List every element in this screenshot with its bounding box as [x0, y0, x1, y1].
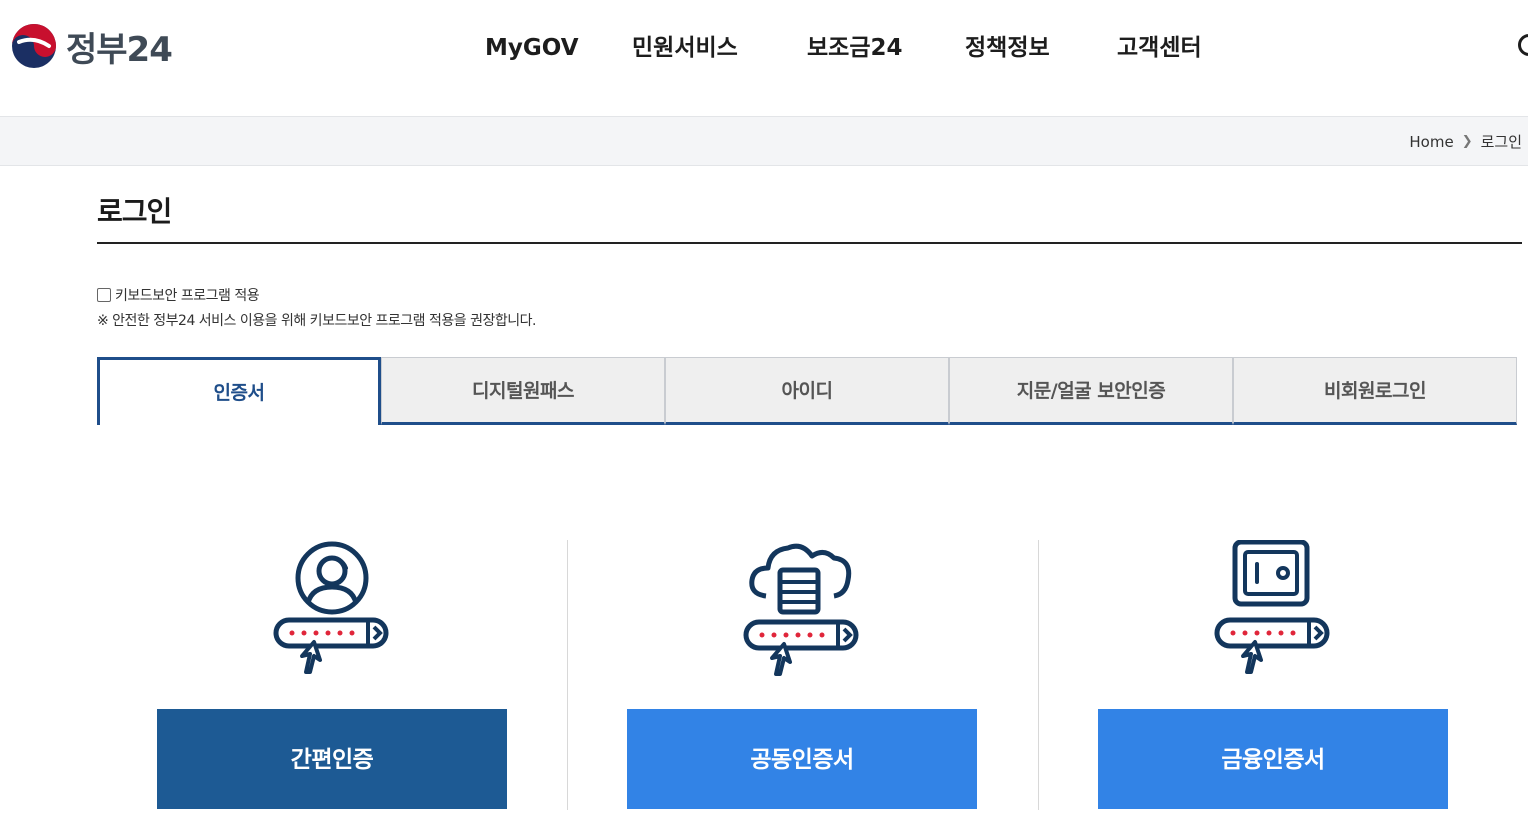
breadcrumb-home[interactable]: Home	[1409, 133, 1453, 151]
breadcrumb-current: 로그인	[1480, 133, 1522, 151]
nav-policy-info[interactable]: 정책정보	[965, 28, 1050, 68]
site-header: 정부24 MyGOV 민원서비스 보조금24 정책정보 고객센터	[0, 0, 1528, 116]
page-title: 로그인	[97, 195, 172, 228]
card-divider	[1038, 540, 1039, 810]
title-divider	[97, 242, 1522, 244]
tab-id[interactable]: 아이디	[665, 357, 949, 425]
tab-certificate[interactable]: 인증서	[97, 357, 381, 425]
login-method-tabs: 인증서 디지털원패스 아이디 지문/얼굴 보안인증 비회원로그인	[97, 357, 1517, 425]
simple-auth-card: 간편인증	[157, 540, 507, 810]
joint-certificate-button[interactable]: 공동인증서	[627, 709, 977, 809]
breadcrumb-bar: Home ❯ 로그인	[0, 116, 1528, 166]
tab-digital-onepass[interactable]: 디지털원패스	[381, 357, 665, 425]
breadcrumb: Home ❯ 로그인	[1409, 131, 1522, 152]
card-divider	[567, 540, 568, 810]
keyboard-security-note: ※ 안전한 정부24 서비스 이용을 위해 키보드보안 프로그램 적용을 권장합…	[97, 313, 536, 329]
nav-mygov[interactable]: MyGOV	[485, 28, 579, 68]
nav-subsidy24[interactable]: 보조금24	[807, 28, 903, 68]
chevron-right-icon: ❯	[1461, 134, 1473, 149]
tab-biometric[interactable]: 지문/얼굴 보안인증	[949, 357, 1233, 425]
nav-customer-center[interactable]: 고객센터	[1117, 28, 1202, 68]
tab-non-member[interactable]: 비회원로그인	[1233, 357, 1517, 425]
simple-auth-button[interactable]: 간편인증	[157, 709, 507, 809]
person-login-icon	[273, 541, 389, 674]
keyboard-security-label: 키보드보안 프로그램 적용	[115, 288, 260, 304]
financial-certificate-card: 금융인증서	[1098, 540, 1448, 810]
keyboard-security-checkbox[interactable]	[97, 288, 111, 302]
financial-certificate-button[interactable]: 금융인증서	[1098, 709, 1448, 809]
main-navigation: MyGOV 민원서비스 보조금24 정책정보 고객센터	[0, 28, 1528, 68]
keyboard-security-option[interactable]: 키보드보안 프로그램 적용	[97, 285, 260, 305]
cloud-server-login-icon	[743, 543, 859, 676]
safe-login-icon	[1214, 540, 1330, 674]
joint-certificate-card: 공동인증서	[627, 540, 977, 810]
nav-civil-service[interactable]: 민원서비스	[632, 28, 738, 68]
